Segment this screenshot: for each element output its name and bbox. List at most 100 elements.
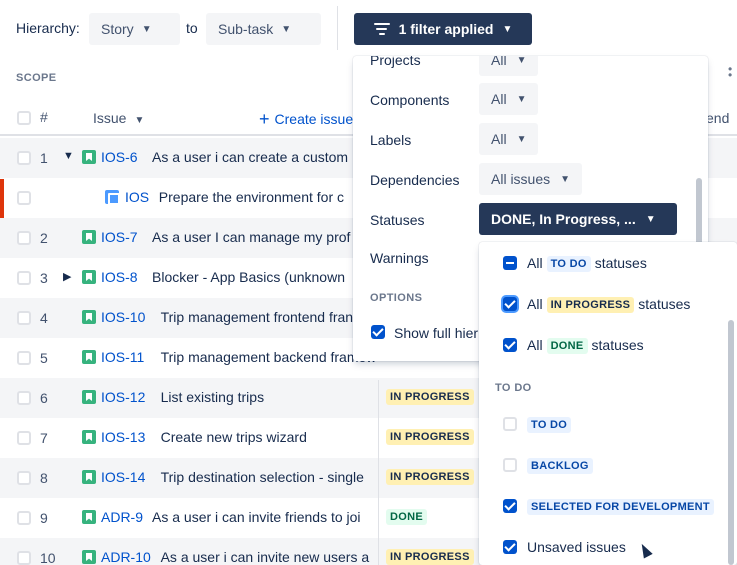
row-number: 7 [40,430,48,446]
status-lozenge: IN PROGRESS [386,429,474,445]
story-icon [82,270,96,284]
chevron-right-icon[interactable]: ▶ [63,270,71,283]
story-icon [82,510,96,524]
chevron-down-icon: ▼ [134,115,145,126]
dependencies-label: Dependencies [370,172,460,188]
chevron-down-icon: ▼ [516,56,527,66]
plus-icon: + [259,109,270,129]
chevron-down-icon: ▼ [141,23,152,35]
projects-select[interactable]: All ▼ [479,56,539,76]
hierarchy-from-select[interactable]: Story ▼ [89,13,180,45]
issue-key-link[interactable]: IOS-6 [101,149,138,165]
issue-summary: As a user i can create a custom [152,149,349,165]
row-checkbox[interactable] [17,151,31,165]
story-icon [82,310,96,324]
issue-summary: As a user I can manage my prof [152,229,351,245]
story-icon [82,430,96,444]
components-select[interactable]: All ▼ [479,83,539,115]
issue-key-link[interactable]: IOS [125,189,149,205]
row-checkbox[interactable] [17,311,31,325]
story-icon [82,470,96,484]
row-checkbox[interactable] [17,551,31,565]
status-selected-checkbox[interactable] [503,499,517,513]
statuses-select[interactable]: DONE, In Progress, ... ▼ [479,203,677,235]
chevron-down-icon: ▼ [281,23,292,35]
issue-key-link[interactable]: ADR-10 [101,549,151,565]
todo-group-heading: TO DO [495,382,532,394]
issue-key-link[interactable]: IOS-7 [101,229,138,245]
all-done-checkbox[interactable] [503,338,517,352]
hierarchy-to-label: to [186,20,198,36]
issue-key-link[interactable]: ADR-9 [101,509,143,525]
status-lozenge: IN PROGRESS [386,469,474,485]
show-full-hierarchy-label: Show full hier [394,325,479,341]
chevron-down-icon: ▼ [516,93,527,105]
status-lozenge: IN PROGRESS [386,549,474,565]
labels-select[interactable]: All ▼ [479,123,539,155]
row-number: 5 [40,350,48,366]
toolbar-divider [337,6,338,50]
issue-key-link[interactable]: IOS-14 [101,469,145,485]
issue-summary: Trip management frontend fran [160,309,354,325]
select-all-checkbox[interactable] [17,111,31,125]
story-icon [82,350,96,364]
issue-key-link[interactable]: IOS-8 [101,269,138,285]
hierarchy-from-value: Story [101,21,134,37]
row-checkbox[interactable] [17,391,31,405]
row-number: 1 [40,150,48,166]
issue-summary: As a user i can invite friends to joi [152,509,361,525]
dependencies-select[interactable]: All issues ▼ [479,163,583,195]
issue-key-link[interactable]: IOS-13 [101,429,145,445]
chevron-down-icon[interactable]: ▼ [63,150,74,162]
statuses-label: Statuses [370,212,425,228]
hierarchy-to-select[interactable]: Sub-task ▼ [206,13,321,45]
issue-summary: Trip management backend framew [160,349,377,365]
row-checkbox[interactable] [17,511,31,525]
status-backlog-checkbox[interactable] [503,458,517,472]
column-issue-header[interactable]: Issue ▼ [93,110,144,126]
story-icon [82,230,96,244]
status-unsaved-checkbox[interactable] [503,540,517,554]
row-checkbox[interactable] [17,351,31,365]
status-lozenge: DONE [386,509,427,525]
row-checkbox[interactable] [17,471,31,485]
all-todo-checkbox[interactable] [503,256,517,270]
warnings-label: Warnings [370,250,429,266]
chevron-down-icon: ▼ [645,213,656,225]
filter-icon [373,20,390,38]
issue-summary: Prepare the environment for c [158,189,345,205]
chevron-down-icon: ▼ [516,133,527,145]
row-number: 4 [40,310,48,326]
more-options-icon[interactable]: • • [728,63,732,81]
labels-label: Labels [370,132,412,148]
story-icon [82,550,96,564]
row-number: 6 [40,390,48,406]
row-checkbox[interactable] [17,191,31,205]
subtask-icon [105,190,120,205]
column-number-header: # [40,109,48,125]
hierarchy-to-value: Sub-task [218,21,274,37]
issue-key-link[interactable]: IOS-11 [101,349,144,365]
filter-button[interactable]: 1 filter applied ▼ [354,13,532,45]
row-checkbox[interactable] [17,271,31,285]
story-icon [82,150,96,164]
show-full-hierarchy-checkbox[interactable] [371,325,385,339]
issue-key-link[interactable]: IOS-12 [101,389,145,405]
statuses-dropdown-scrollbar[interactable] [728,320,734,565]
create-issue-button[interactable]: + Create issue [259,109,353,130]
filter-button-label: 1 filter applied [398,21,494,37]
row-number: 3 [40,270,48,286]
chevron-down-icon: ▼ [502,23,513,35]
issue-summary: Trip destination selection - single [160,469,364,485]
all-inprogress-checkbox[interactable] [503,297,517,311]
column-end-header: end [706,110,730,126]
issue-key-link[interactable]: IOS-10 [101,309,145,325]
row-checkbox[interactable] [17,231,31,245]
row-checkbox[interactable] [17,431,31,445]
issue-summary: As a user i can invite new users a [160,549,370,565]
issue-summary: Blocker - App Basics (unknown [152,269,345,285]
status-column-divider [378,380,379,565]
issue-summary: List existing trips [160,389,265,405]
status-todo-checkbox[interactable] [503,417,517,431]
components-label: Components [370,92,450,108]
